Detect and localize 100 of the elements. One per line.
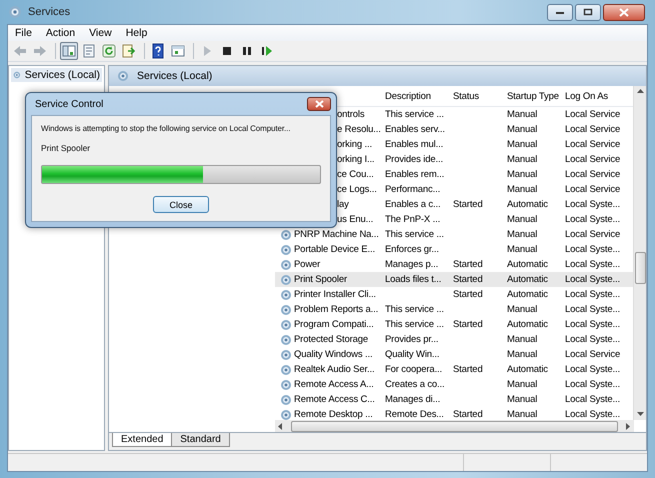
tree-item[interactable]: Services (Local) xyxy=(11,68,102,82)
table-row[interactable]: Remote Access C... Manages di... Manual Local Syste... xyxy=(275,392,633,407)
table-cell: Local Service xyxy=(565,169,620,180)
gear-icon xyxy=(280,334,292,346)
table-cell: Quality Win... xyxy=(385,349,440,360)
close-icon[interactable] xyxy=(307,97,331,111)
table-row[interactable]: Portable Device E... Enforces gr... Manual Local Syste... xyxy=(275,242,633,257)
table-row[interactable]: Remote Desktop ... Remote Des... Started Manual Local Syste... xyxy=(275,407,633,422)
table-cell: Loads files t... xyxy=(385,274,442,285)
table-cell: Local Service xyxy=(565,229,620,240)
table-row[interactable]: Remote Access A... Creates a co... Manual Local Syste... xyxy=(275,377,633,392)
table-cell: Enforces gr... xyxy=(385,244,439,255)
close-icon[interactable] xyxy=(603,4,645,20)
table-cell: Local Syste... xyxy=(565,334,620,345)
table-cell: Manual xyxy=(507,379,538,390)
table-cell: Manual xyxy=(507,409,538,420)
table-cell: Remote Des... xyxy=(385,409,444,420)
dialog-title: Service Control xyxy=(34,98,104,110)
table-cell: Automatic xyxy=(507,259,548,270)
gear-icon xyxy=(280,258,292,270)
table-cell: Local Syste... xyxy=(565,274,620,285)
table-row[interactable]: Power Manages p... Started Automatic Local Syste... xyxy=(275,257,633,272)
gear-icon xyxy=(280,394,292,406)
table-row[interactable]: Problem Reports a... This service ... Manual Local Syste... xyxy=(275,302,633,317)
table-cell: Started xyxy=(453,409,483,420)
table-cell: For coopera... xyxy=(385,364,442,375)
table-cell: Automatic xyxy=(507,199,548,210)
table-row[interactable]: Printer Installer Cli... Started Automatic Local Syste... xyxy=(275,287,633,302)
table-row[interactable]: Realtek Audio Ser... For coopera... Started Automatic Local Syste... xyxy=(275,362,633,377)
table-cell: Local Syste... xyxy=(565,394,620,405)
table-cell: Local Service xyxy=(565,184,620,195)
table-cell: e Resolu... xyxy=(337,124,381,135)
gear-icon xyxy=(280,348,292,360)
table-cell: Local Service xyxy=(565,109,620,120)
table-cell: Local Syste... xyxy=(565,379,620,390)
table-row[interactable]: Protected Storage Provides pr... Manual Local Syste... xyxy=(275,332,633,347)
column-header[interactable]: Log On As xyxy=(563,90,631,102)
column-header[interactable]: Description xyxy=(383,90,451,102)
menu-item[interactable]: Action xyxy=(38,27,82,39)
gear-icon xyxy=(280,318,292,330)
table-cell: Quality Windows ... xyxy=(294,349,372,360)
minimize-icon[interactable] xyxy=(547,4,573,20)
close-button[interactable]: Close xyxy=(153,196,209,213)
table-cell: Enables mul... xyxy=(385,139,444,150)
table-row[interactable]: Program Compati... This service ... Started Automatic Local Syste... xyxy=(275,317,633,332)
horizontal-scrollbar[interactable] xyxy=(275,420,634,432)
table-cell: ce Logs... xyxy=(337,184,377,195)
table-cell: Started xyxy=(453,199,483,210)
table-row[interactable]: Print Spooler Loads files t... Started Automatic Local Syste... xyxy=(275,272,633,287)
table-cell: Performanc... xyxy=(385,184,440,195)
menu-item[interactable]: View xyxy=(82,27,119,39)
table-cell: Local Syste... xyxy=(565,199,620,210)
table-cell: Automatic xyxy=(507,274,548,285)
scroll-thumb[interactable] xyxy=(634,252,646,284)
table-cell: Local Service xyxy=(565,139,620,150)
gear-icon xyxy=(280,408,292,420)
scroll-right-icon[interactable] xyxy=(626,422,631,430)
table-cell: PNRP Machine Na... xyxy=(294,229,379,240)
table-row[interactable]: Quality Windows ... Quality Win... Manual Local Service xyxy=(275,347,633,362)
table-cell: Enables serv... xyxy=(385,124,445,135)
table-cell: Protected Storage xyxy=(294,334,368,345)
table-cell: Manual xyxy=(507,124,538,135)
table-row[interactable]: PNRP Machine Na... This service ... Manual Local Service xyxy=(275,227,633,242)
table-cell: Remote Access A... xyxy=(294,379,374,390)
refresh-icon[interactable] xyxy=(100,42,118,60)
tab[interactable]: Extended xyxy=(112,433,172,447)
service-name: Print Spooler xyxy=(41,143,92,153)
table-cell: Started xyxy=(453,319,483,330)
table-cell: Local Syste... xyxy=(565,289,620,300)
menu-item[interactable]: File xyxy=(8,27,39,39)
tree-pane-icon[interactable] xyxy=(60,42,78,60)
table-cell: Power xyxy=(294,259,320,270)
table-cell: Manual xyxy=(507,229,538,240)
maximize-icon[interactable] xyxy=(575,4,601,20)
tab[interactable]: Standard xyxy=(171,433,230,447)
table-cell: Manual xyxy=(507,304,538,315)
table-cell: Manual xyxy=(507,349,538,360)
table-cell: Local Syste... xyxy=(565,319,620,330)
export-icon[interactable] xyxy=(120,42,138,60)
table-cell: Automatic xyxy=(507,289,548,300)
scroll-up-icon[interactable] xyxy=(636,89,644,94)
menu-item[interactable]: Help xyxy=(118,27,154,39)
gear-icon xyxy=(280,288,292,300)
column-header[interactable]: Status xyxy=(451,90,505,102)
table-cell: Print Spooler xyxy=(294,274,347,285)
table-cell: This service ... xyxy=(385,109,444,120)
scroll-down-icon[interactable] xyxy=(636,412,644,417)
table-cell: Local Syste... xyxy=(565,244,620,255)
gear-icon xyxy=(280,274,292,286)
table-cell: ce Cou... xyxy=(337,169,374,180)
table-cell: This service ... xyxy=(385,319,444,330)
column-header[interactable]: Startup Type xyxy=(505,90,563,102)
scroll-left-icon[interactable] xyxy=(278,422,283,430)
table-cell: Manual xyxy=(507,154,538,165)
gear-icon xyxy=(280,364,292,376)
table-cell: Local Service xyxy=(565,154,620,165)
table-cell: Local Syste... xyxy=(565,259,620,270)
table-cell: Manual xyxy=(507,244,538,255)
vertical-scrollbar[interactable] xyxy=(633,86,646,420)
table-cell: Enables a c... xyxy=(385,199,440,210)
